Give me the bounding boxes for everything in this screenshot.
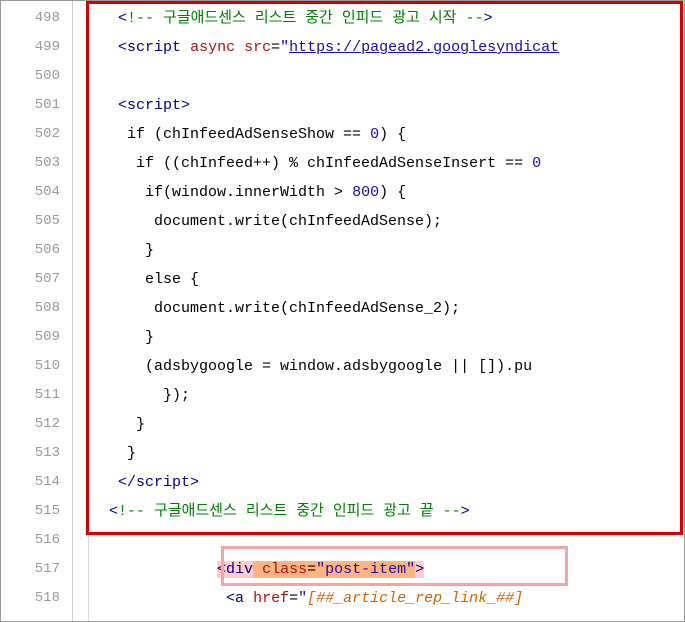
line-number: 512 [1,410,72,439]
line-number: 501 [1,91,72,120]
code-line: </script> [73,468,684,497]
code-line: if ((chInfeed++) % chInfeedAdSenseInsert… [73,149,684,178]
line-number: 509 [1,323,72,352]
line-number: 517 [1,555,72,584]
line-number: 502 [1,120,72,149]
line-number: 508 [1,294,72,323]
line-number: 514 [1,468,72,497]
line-number: 504 [1,178,72,207]
code-line: <a href="[##_article_rep_link_##] [73,584,684,613]
code-line: <div class="post-item"> [73,555,684,584]
code-line: if (chInfeedAdSenseShow == 0) { [73,120,684,149]
code-line: (adsbygoogle = window.adsbygoogle || [])… [73,352,684,381]
line-number: 513 [1,439,72,468]
line-number: 511 [1,381,72,410]
code-line: <script> [73,91,684,120]
code-line: if(window.innerWidth > 800) { [73,178,684,207]
code-line: document.write(chInfeedAdSense); [73,207,684,236]
line-number: 518 [1,584,72,613]
code-content[interactable]: <!-- 구글애드센스 리스트 중간 인피드 광고 시작 --> <script… [73,1,684,621]
code-line [73,526,684,555]
line-number: 498 [1,4,72,33]
code-line: <!-- 구글애드센스 리스트 중간 인피드 광고 끝 --> [73,497,684,526]
code-line: } [73,439,684,468]
code-line: } [73,236,684,265]
code-editor: 498 499 500 501 502 503 504 505 506 507 … [0,0,685,622]
code-line: <!-- 구글애드센스 리스트 중간 인피드 광고 시작 --> [73,4,684,33]
code-line: } [73,410,684,439]
line-number: 515 [1,497,72,526]
line-number: 500 [1,62,72,91]
code-line [73,62,684,91]
code-line: else { [73,265,684,294]
code-line: document.write(chInfeedAdSense_2); [73,294,684,323]
line-number: 499 [1,33,72,62]
line-number: 503 [1,149,72,178]
line-number: 510 [1,352,72,381]
line-number: 505 [1,207,72,236]
line-number: 506 [1,236,72,265]
line-number-gutter: 498 499 500 501 502 503 504 505 506 507 … [1,1,73,621]
code-line: <script async src="https://pagead2.googl… [73,33,684,62]
line-number: 516 [1,526,72,555]
code-line: }); [73,381,684,410]
code-line: } [73,323,684,352]
line-number: 507 [1,265,72,294]
